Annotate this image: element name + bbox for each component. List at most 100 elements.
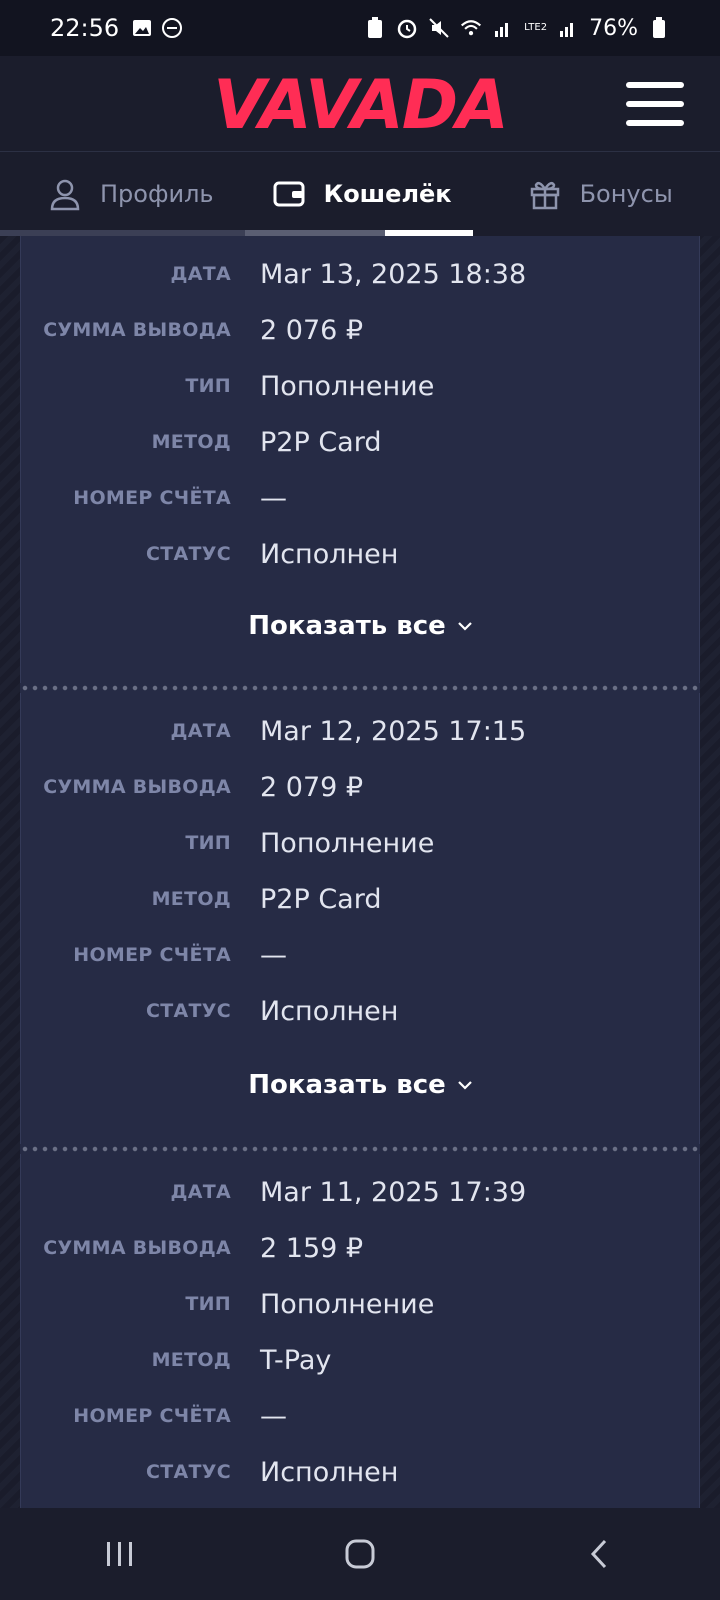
do-not-disturb-icon [161,17,183,39]
recent-apps-button[interactable] [80,1524,160,1584]
tab-bonuses[interactable]: Бонусы [480,152,701,236]
transaction-row-date: ДАТА Mar 13, 2025 18:38 [21,246,701,302]
field-value: P2P Card [260,426,382,458]
field-value: — [260,939,287,971]
field-label: ТИП [185,1293,231,1315]
tab-label: Профиль [100,180,214,208]
transaction-card: ДАТА Mar 11, 2025 17:39 СУММА ВЫВОДА 2 1… [20,1154,700,1508]
transaction-row-method: МЕТОД P2P Card [21,414,701,470]
transaction-row-date: ДАТА Mar 11, 2025 17:39 [21,1164,701,1220]
chevron-down-icon [457,622,472,631]
image-icon [131,17,153,39]
field-value: Mar 11, 2025 17:39 [260,1176,527,1208]
wifi-icon [460,17,482,39]
field-label: СУММА ВЫВОДА [43,319,231,341]
field-value: 2 159 ₽ [260,1232,364,1264]
show-all-label: Показать все [248,611,446,641]
field-label: ДАТА [170,720,231,742]
field-value: Mar 12, 2025 17:15 [260,715,527,747]
transaction-row-amount: СУММА ВЫВОДА 2 076 ₽ [21,302,701,358]
status-time: 22:56 [50,14,120,42]
battery-icon [648,17,670,39]
transaction-row-type: ТИП Пополнение [21,1276,701,1332]
transaction-row-method: МЕТОД P2P Card [21,871,701,927]
vavada-logo[interactable]: VAVADA [170,72,550,136]
show-all-button[interactable]: Показать все [21,1057,701,1113]
gift-icon [530,181,559,210]
transaction-row-date: ДАТА Mar 12, 2025 17:15 [21,703,701,759]
transaction-row-type: ТИП Пополнение [21,815,701,871]
transaction-card: ДАТА Mar 13, 2025 18:38 СУММА ВЫВОДА 2 0… [20,236,700,683]
card-divider [20,683,700,693]
tab-wallet[interactable]: Кошелёк [242,152,480,236]
home-button[interactable] [320,1524,400,1584]
field-value: Исполнен [260,995,399,1027]
field-label: ДАТА [170,263,231,285]
show-all-label: Показать все [248,1070,446,1100]
alarm-icon [396,17,418,39]
field-label: МЕТОД [151,888,231,910]
home-icon [345,1539,375,1569]
chevron-down-icon [457,1081,472,1090]
field-label: НОМЕР СЧЁТА [73,1405,231,1427]
system-nav-bar [0,1508,720,1600]
transaction-row-account: НОМЕР СЧЁТА — [21,470,701,526]
field-value: — [260,1400,287,1432]
app-header: VAVADA [0,56,720,152]
field-value: T-Pay [260,1344,332,1376]
wallet-icon [273,181,305,207]
hamburger-menu-button[interactable] [626,82,684,126]
transaction-row-account: НОМЕР СЧЁТА — [21,1388,701,1444]
field-value: Пополнение [260,1288,435,1320]
svg-text:VAVADA: VAVADA [213,72,507,136]
field-value: Пополнение [260,827,435,859]
transaction-row-type: ТИП Пополнение [21,358,701,414]
signal-icon [492,17,514,39]
battery-saver-icon [364,17,386,39]
field-label: НОМЕР СЧЁТА [73,944,231,966]
field-label: СУММА ВЫВОДА [43,1237,231,1259]
field-value: Пополнение [260,370,435,402]
recent-apps-icon [107,1542,132,1566]
status-bar: 22:56 LTE2 76% [0,0,720,56]
field-label: НОМЕР СЧЁТА [73,487,231,509]
menu-line-icon [626,101,684,107]
user-icon [50,179,80,211]
tab-more[interactable] [701,152,720,236]
field-value: 2 076 ₽ [260,314,364,346]
account-tabs: Профиль Кошелёк Бонусы [0,152,720,236]
menu-line-icon [626,120,684,126]
field-value: — [260,482,287,514]
field-label: МЕТОД [151,1349,231,1371]
field-value: Mar 13, 2025 18:38 [260,258,527,290]
network-type: LTE2 [524,22,548,33]
transactions-list[interactable]: ДАТА Mar 13, 2025 18:38 СУММА ВЫВОДА 2 0… [0,236,720,1508]
transaction-card: ДАТА Mar 12, 2025 17:15 СУММА ВЫВОДА 2 0… [20,693,700,1144]
field-label: ТИП [185,832,231,854]
show-all-button[interactable]: Показать все [21,598,701,654]
field-label: МЕТОД [151,431,231,453]
transaction-row-account: НОМЕР СЧЁТА — [21,927,701,983]
field-value: 2 079 ₽ [260,771,364,803]
battery-percent: 76% [589,15,638,41]
signal-icon-2 [557,17,579,39]
field-label: СУММА ВЫВОДА [43,776,231,798]
field-label: ДАТА [170,1181,231,1203]
field-label: СТАТУС [146,1461,231,1483]
card-divider [20,1144,700,1154]
back-button[interactable] [560,1524,640,1584]
transaction-row-method: МЕТОД T-Pay [21,1332,701,1388]
transaction-row-amount: СУММА ВЫВОДА 2 079 ₽ [21,759,701,815]
back-icon [590,1539,607,1569]
transaction-row-status: СТАТУС Исполнен [21,1444,701,1500]
transaction-row-status: СТАТУС Исполнен [21,983,701,1039]
transaction-row-amount: СУММА ВЫВОДА 2 159 ₽ [21,1220,701,1276]
menu-line-icon [626,82,684,88]
tab-label: Бонусы [579,180,673,208]
field-label: СТАТУС [146,1000,231,1022]
tab-profile[interactable]: Профиль [0,152,242,236]
field-label: СТАТУС [146,543,231,565]
transaction-row-status: СТАТУС Исполнен [21,526,701,582]
field-label: ТИП [185,375,231,397]
tab-label: Кошелёк [323,180,452,208]
